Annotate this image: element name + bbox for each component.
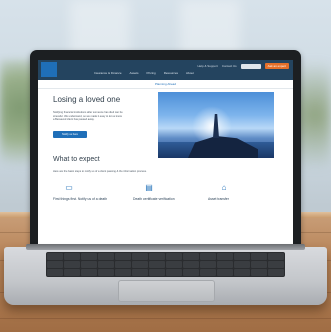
notify-button[interactable]: Notify us here bbox=[53, 131, 87, 138]
document-icon: ▤ bbox=[145, 183, 153, 192]
table-grain bbox=[0, 318, 331, 319]
lighthouse-image bbox=[158, 92, 274, 158]
laptop-hinge bbox=[26, 244, 305, 250]
page-title: Losing a loved one bbox=[53, 95, 121, 104]
hero-text: Notifying financial institutions after s… bbox=[53, 111, 123, 122]
nav-item[interactable]: Pricing bbox=[147, 71, 156, 75]
section-text: Here are the basic steps to notify us of… bbox=[53, 170, 147, 173]
top-link[interactable]: Contact Us bbox=[222, 64, 237, 68]
main-nav: Insurance & Finance Assets Pricing Resou… bbox=[94, 71, 194, 75]
step-card[interactable]: ▤ Death certificate verification bbox=[133, 183, 193, 201]
site-logo[interactable] bbox=[41, 62, 57, 77]
step-title: First things first. Notify us of a death bbox=[53, 197, 108, 201]
breadcrumb[interactable]: Planning Ahead bbox=[38, 80, 293, 89]
step-card[interactable]: ⌂ Asset transfer bbox=[208, 183, 268, 201]
section-title: What to expect bbox=[53, 156, 100, 163]
keyboard bbox=[46, 252, 285, 277]
header-tools: Help & Support Contact Us Ask an expert bbox=[197, 63, 289, 69]
bank-icon: ⌂ bbox=[221, 183, 227, 192]
monitor-icon: ▭ bbox=[65, 183, 73, 192]
ask-expert-button[interactable]: Ask an expert bbox=[264, 63, 289, 69]
step-title: Asset transfer bbox=[208, 197, 229, 201]
nav-item[interactable]: Resources bbox=[164, 71, 178, 75]
trackpad bbox=[118, 280, 215, 302]
nav-item[interactable]: Insurance & Finance bbox=[94, 71, 122, 75]
hero: Losing a loved one Notifying financial i… bbox=[38, 89, 293, 159]
top-link[interactable]: Help & Support bbox=[197, 64, 217, 68]
search-input[interactable] bbox=[240, 63, 261, 69]
laptop-screen: Insurance & Finance Assets Pricing Resou… bbox=[38, 60, 293, 244]
nav-item[interactable]: About bbox=[186, 71, 194, 75]
site-header: Insurance & Finance Assets Pricing Resou… bbox=[38, 60, 293, 80]
step-card[interactable]: ▭ First things first. Notify us of a dea… bbox=[53, 183, 113, 201]
step-title: Death certificate verification bbox=[133, 197, 175, 201]
nav-item[interactable]: Assets bbox=[130, 71, 139, 75]
